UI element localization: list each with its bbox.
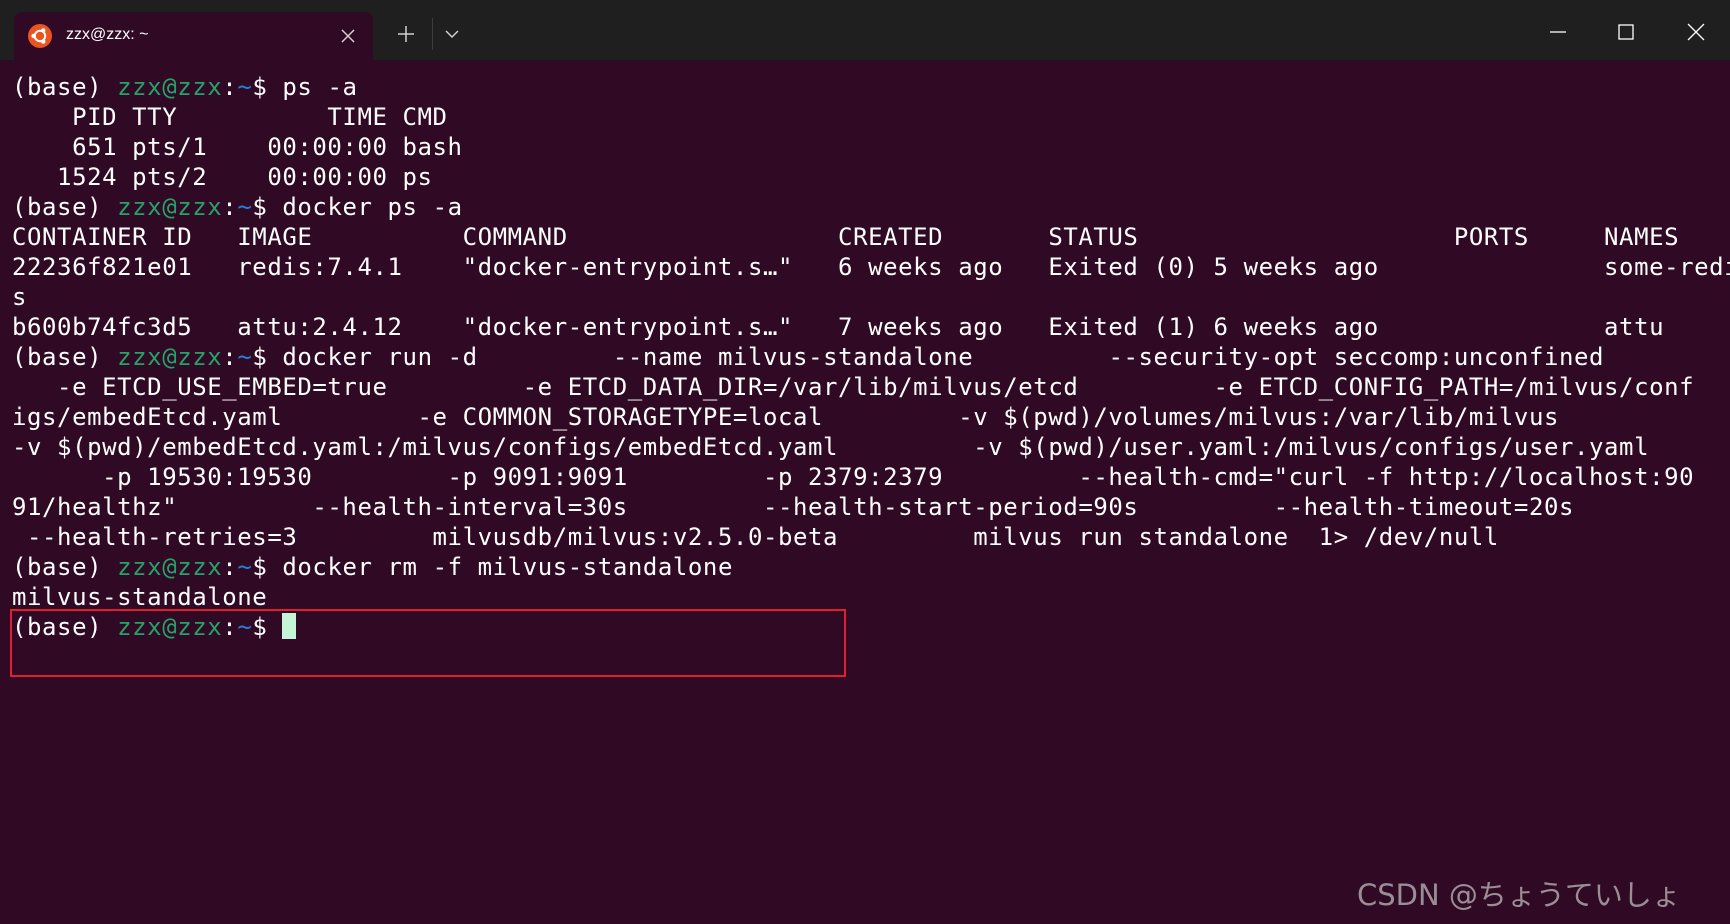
tab-separator xyxy=(432,18,433,50)
output-line: PID TTY TIME CMD xyxy=(12,103,448,131)
output-line: -p 19530:19530 -p 9091:9091 -p 2379:2379… xyxy=(12,463,1695,491)
prompt-line: (base) zzx@zzx:~$ docker run -d --name m… xyxy=(12,343,1605,371)
highlight-box xyxy=(10,609,846,677)
output-line: b600b74fc3d5 attu:2.4.12 "docker-entrypo… xyxy=(12,313,1665,341)
plus-icon[interactable] xyxy=(396,24,416,44)
terminal-tab[interactable]: zzx@zzx: ~ xyxy=(14,12,373,60)
output-line: 651 pts/1 00:00:00 bash xyxy=(12,133,463,161)
prompt-line: (base) zzx@zzx:~$ docker ps -a xyxy=(12,193,463,221)
command-text: docker ps -a xyxy=(282,193,463,221)
title-bar: zzx@zzx: ~ xyxy=(0,0,1730,60)
maximize-icon[interactable] xyxy=(1614,20,1638,44)
command-text: ps -a xyxy=(282,73,358,101)
output-line: 22236f821e01 redis:7.4.1 "docker-entrypo… xyxy=(12,253,1730,281)
ubuntu-icon xyxy=(28,24,52,48)
terminal-output: (base) zzx@zzx:~$ ps -a PID TTY TIME CMD… xyxy=(12,72,1730,642)
chevron-down-icon[interactable] xyxy=(442,24,462,44)
minimize-icon[interactable] xyxy=(1546,20,1570,44)
output-line: igs/embedEtcd.yaml -e COMMON_STORAGETYPE… xyxy=(12,403,1559,431)
output-line: milvus-standalone xyxy=(12,583,268,611)
output-line: -v $(pwd)/embedEtcd.yaml:/milvus/configs… xyxy=(12,433,1650,461)
output-line: 1524 pts/2 00:00:00 ps xyxy=(12,163,433,191)
tab-close-icon[interactable] xyxy=(338,26,358,46)
terminal-body[interactable]: (base) zzx@zzx:~$ ps -a PID TTY TIME CMD… xyxy=(0,60,1730,924)
prompt-line: (base) zzx@zzx:~$ docker rm -f milvus-st… xyxy=(12,553,733,581)
output-line: 91/healthz" --health-interval=30s --heal… xyxy=(12,493,1574,521)
output-line: --health-retries=3 milvusdb/milvus:v2.5.… xyxy=(12,523,1499,551)
command-text: docker run -d --name milvus-standalone -… xyxy=(282,343,1605,371)
tab-title: zzx@zzx: ~ xyxy=(66,26,149,43)
prompt-line: (base) zzx@zzx:~$ ps -a xyxy=(12,73,358,101)
close-icon[interactable] xyxy=(1684,20,1708,44)
command-text: docker rm -f milvus-standalone xyxy=(282,553,733,581)
output-line: CONTAINER ID IMAGE COMMAND CREATED STATU… xyxy=(12,223,1680,251)
watermark: CSDN @ちょうていしょ xyxy=(1357,878,1681,912)
output-line: s xyxy=(12,283,28,311)
output-line: -e ETCD_USE_EMBED=true -e ETCD_DATA_DIR=… xyxy=(12,373,1695,401)
